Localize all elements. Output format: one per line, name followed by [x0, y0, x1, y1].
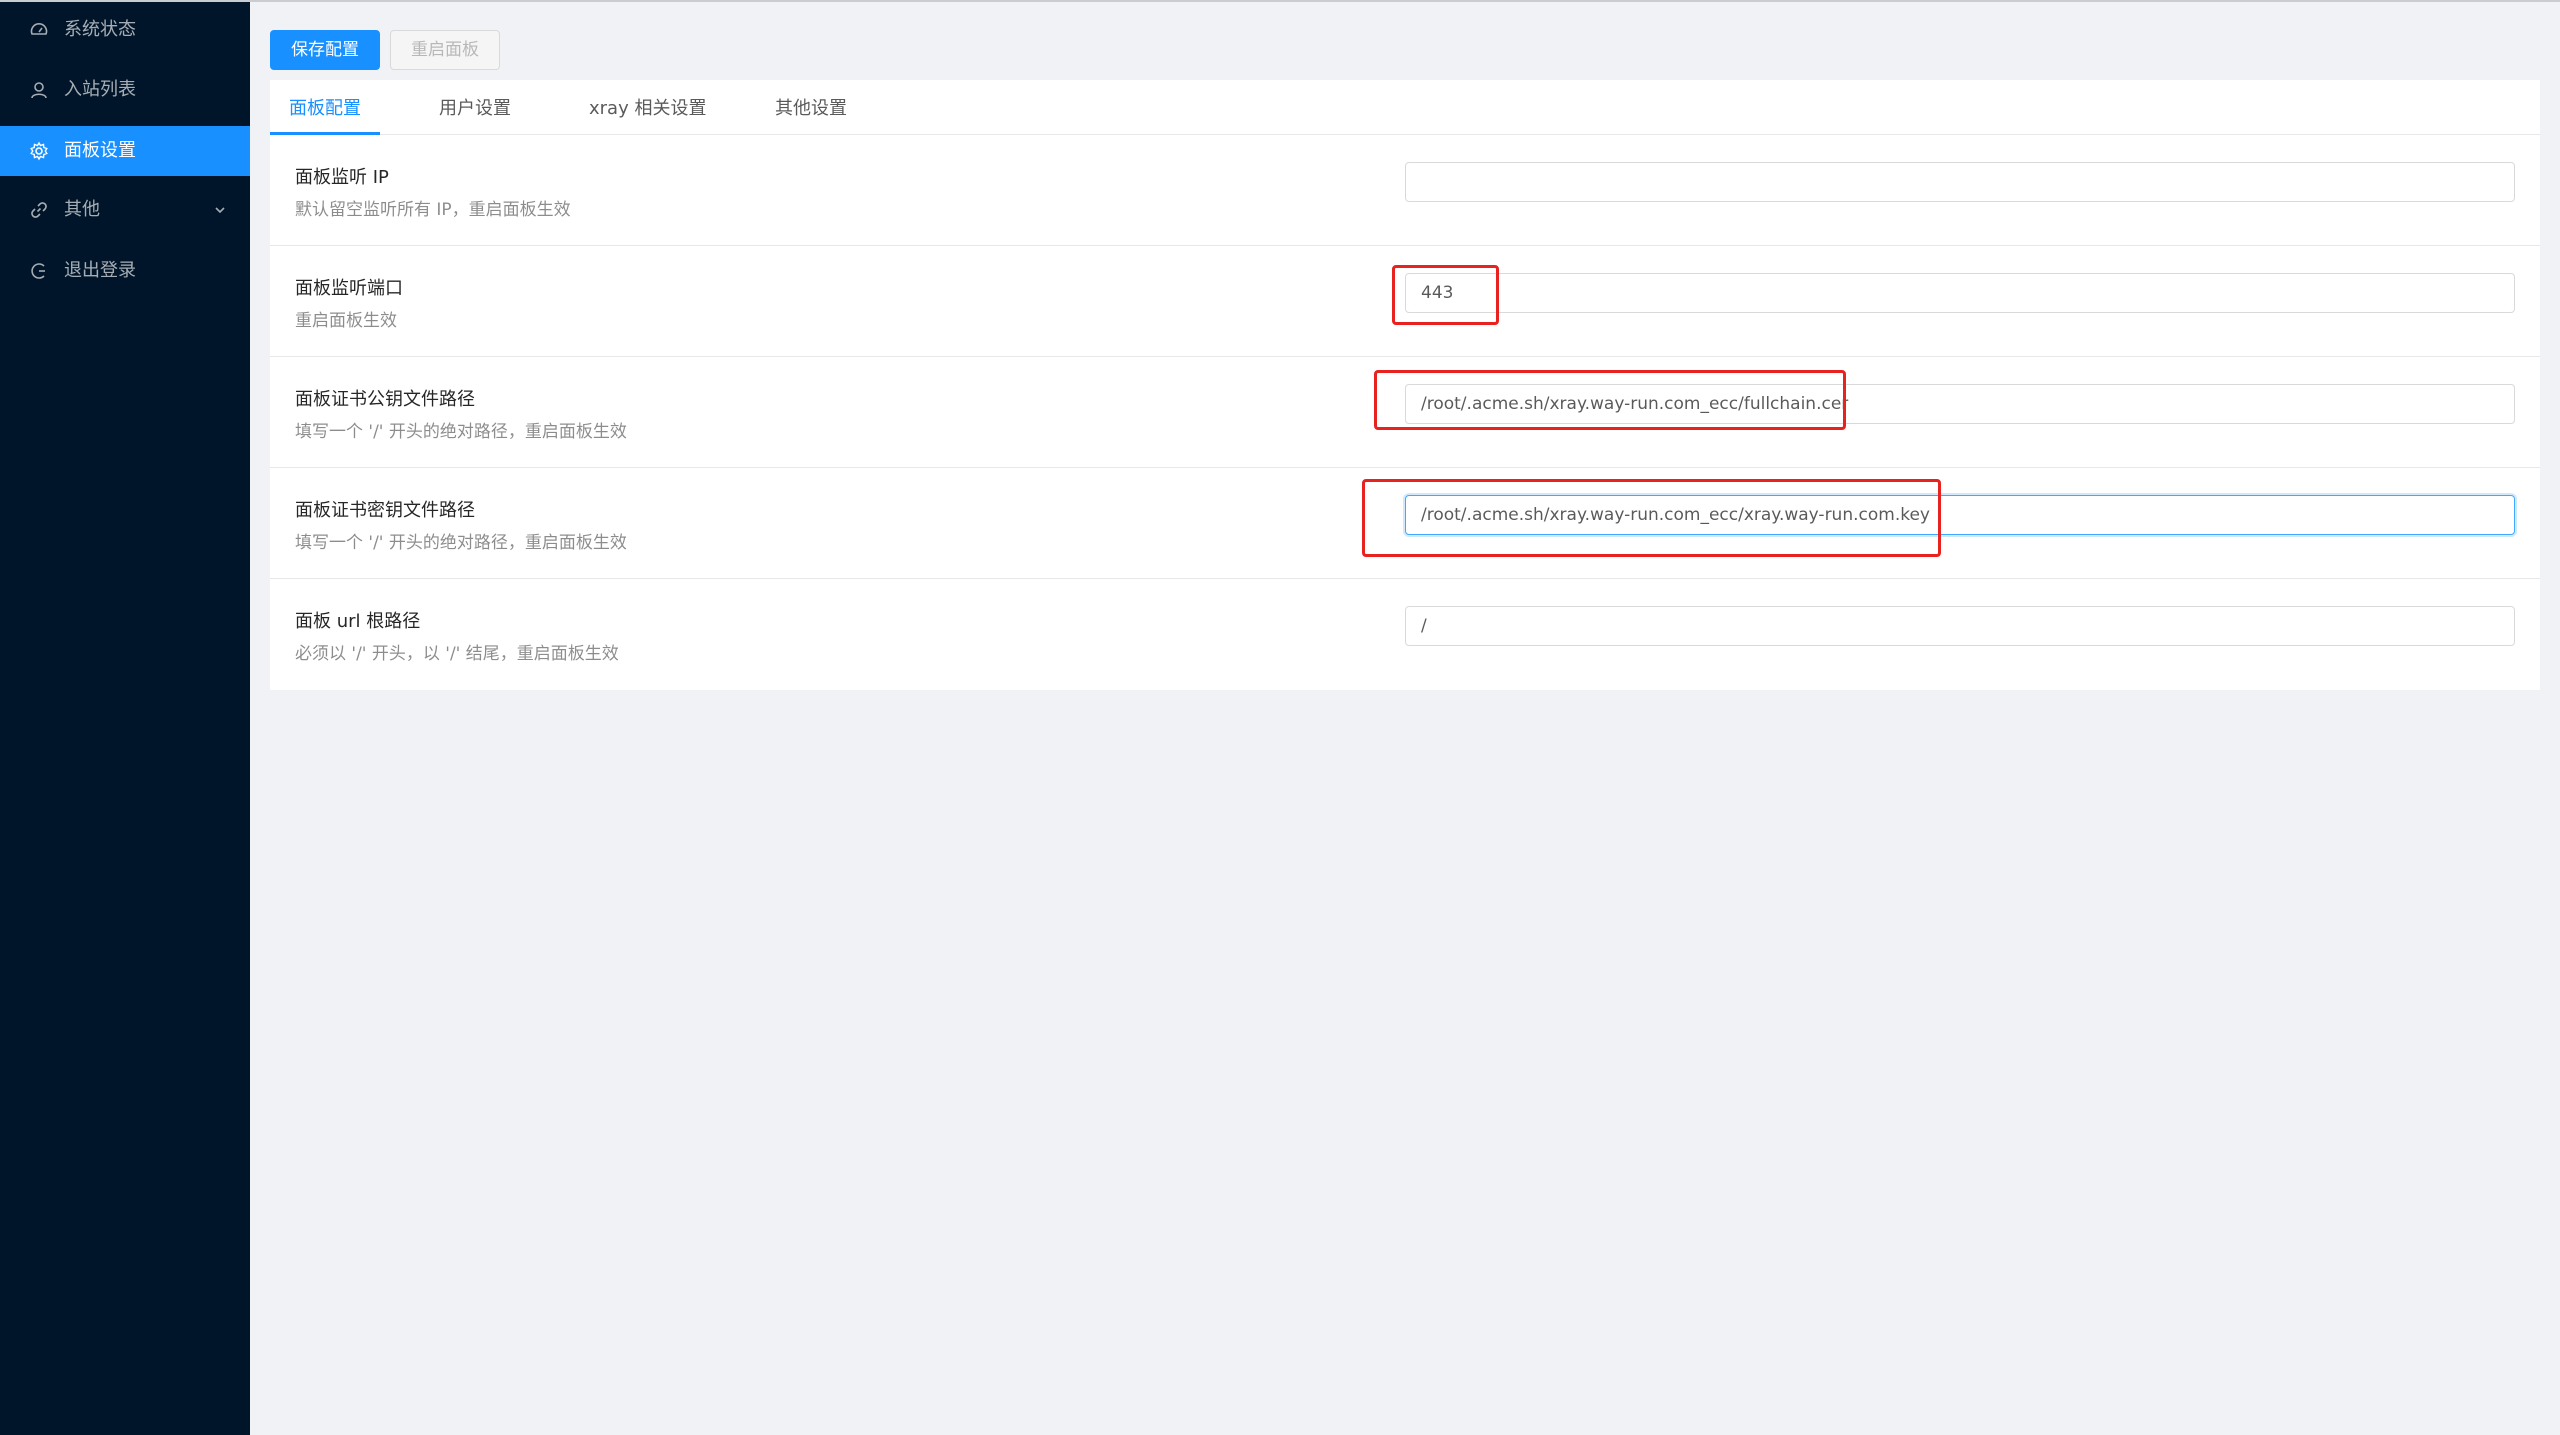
restart-panel-button[interactable]: 重启面板 [390, 30, 500, 70]
gear-icon [30, 141, 48, 161]
listen-ip-input[interactable] [1405, 162, 2515, 202]
setting-description: 重启面板生效 [295, 311, 397, 331]
setting-description: 填写一个 '/' 开头的绝对路径，重启面板生效 [295, 422, 627, 442]
sidebar-item-system-status[interactable]: 系统状态 [0, 5, 250, 55]
sidebar-item-inbounds[interactable]: 入站列表 [0, 65, 250, 115]
sidebar-item-label: 其他 [64, 199, 100, 220]
setting-description: 必须以 '/' 开头，以 '/' 结尾，重启面板生效 [295, 644, 619, 664]
setting-row-listen-ip: 面板监听 IP 默认留空监听所有 IP，重启面板生效 [270, 135, 2540, 246]
setting-title: 面板 url 根路径 [295, 611, 421, 632]
url-base-path-input[interactable] [1405, 606, 2515, 646]
setting-row-listen-port: 面板监听端口 重启面板生效 [270, 246, 2540, 357]
settings-card: 面板配置 用户设置 xray 相关设置 其他设置 面板监听 IP 默认留空监听所… [270, 80, 2540, 690]
setting-row-key-file: 面板证书密钥文件路径 填写一个 '/' 开头的绝对路径，重启面板生效 [270, 468, 2540, 579]
setting-description: 默认留空监听所有 IP，重启面板生效 [295, 200, 571, 220]
top-border [0, 0, 2560, 2]
chevron-down-icon [215, 207, 225, 214]
setting-title: 面板监听端口 [295, 278, 403, 299]
cert-public-key-path-input[interactable] [1405, 384, 2515, 424]
setting-row-cert-file: 面板证书公钥文件路径 填写一个 '/' 开头的绝对路径，重启面板生效 [270, 357, 2540, 468]
sidebar-item-other[interactable]: 其他 [0, 185, 250, 235]
setting-description: 填写一个 '/' 开头的绝对路径，重启面板生效 [295, 533, 627, 553]
setting-title: 面板监听 IP [295, 167, 389, 188]
sidebar-item-label: 面板设置 [64, 140, 136, 161]
tab-panel-config[interactable]: 面板配置 [289, 80, 361, 135]
sidebar: 系统状态 入站列表 面板设置 其他 退出登录 [0, 0, 250, 1435]
save-config-button[interactable]: 保存配置 [270, 30, 380, 70]
setting-title: 面板证书密钥文件路径 [295, 500, 475, 521]
tab-xray-settings[interactable]: xray 相关设置 [589, 80, 706, 135]
logout-icon [31, 263, 45, 279]
sidebar-item-label: 入站列表 [64, 79, 136, 100]
sidebar-item-label: 系统状态 [64, 19, 136, 40]
tab-user-settings[interactable]: 用户设置 [439, 80, 511, 135]
tab-bar: 面板配置 用户设置 xray 相关设置 其他设置 [270, 80, 2540, 135]
setting-row-base-path: 面板 url 根路径 必须以 '/' 开头，以 '/' 结尾，重启面板生效 [270, 579, 2540, 690]
listen-port-input[interactable] [1405, 273, 2515, 313]
sidebar-item-panel-settings[interactable]: 面板设置 [0, 126, 250, 176]
user-icon [31, 82, 47, 99]
cert-private-key-path-input[interactable] [1405, 495, 2515, 535]
dashboard-icon [30, 23, 48, 35]
app-root: 系统状态 入站列表 面板设置 其他 退出登录 保存配置 重启面板 面板配置 用户… [0, 0, 2560, 1435]
setting-title: 面板证书公钥文件路径 [295, 389, 475, 410]
sidebar-item-logout[interactable]: 退出登录 [0, 246, 250, 296]
sidebar-item-label: 退出登录 [64, 260, 136, 281]
link-icon [31, 202, 47, 218]
tab-other-settings[interactable]: 其他设置 [775, 80, 847, 135]
